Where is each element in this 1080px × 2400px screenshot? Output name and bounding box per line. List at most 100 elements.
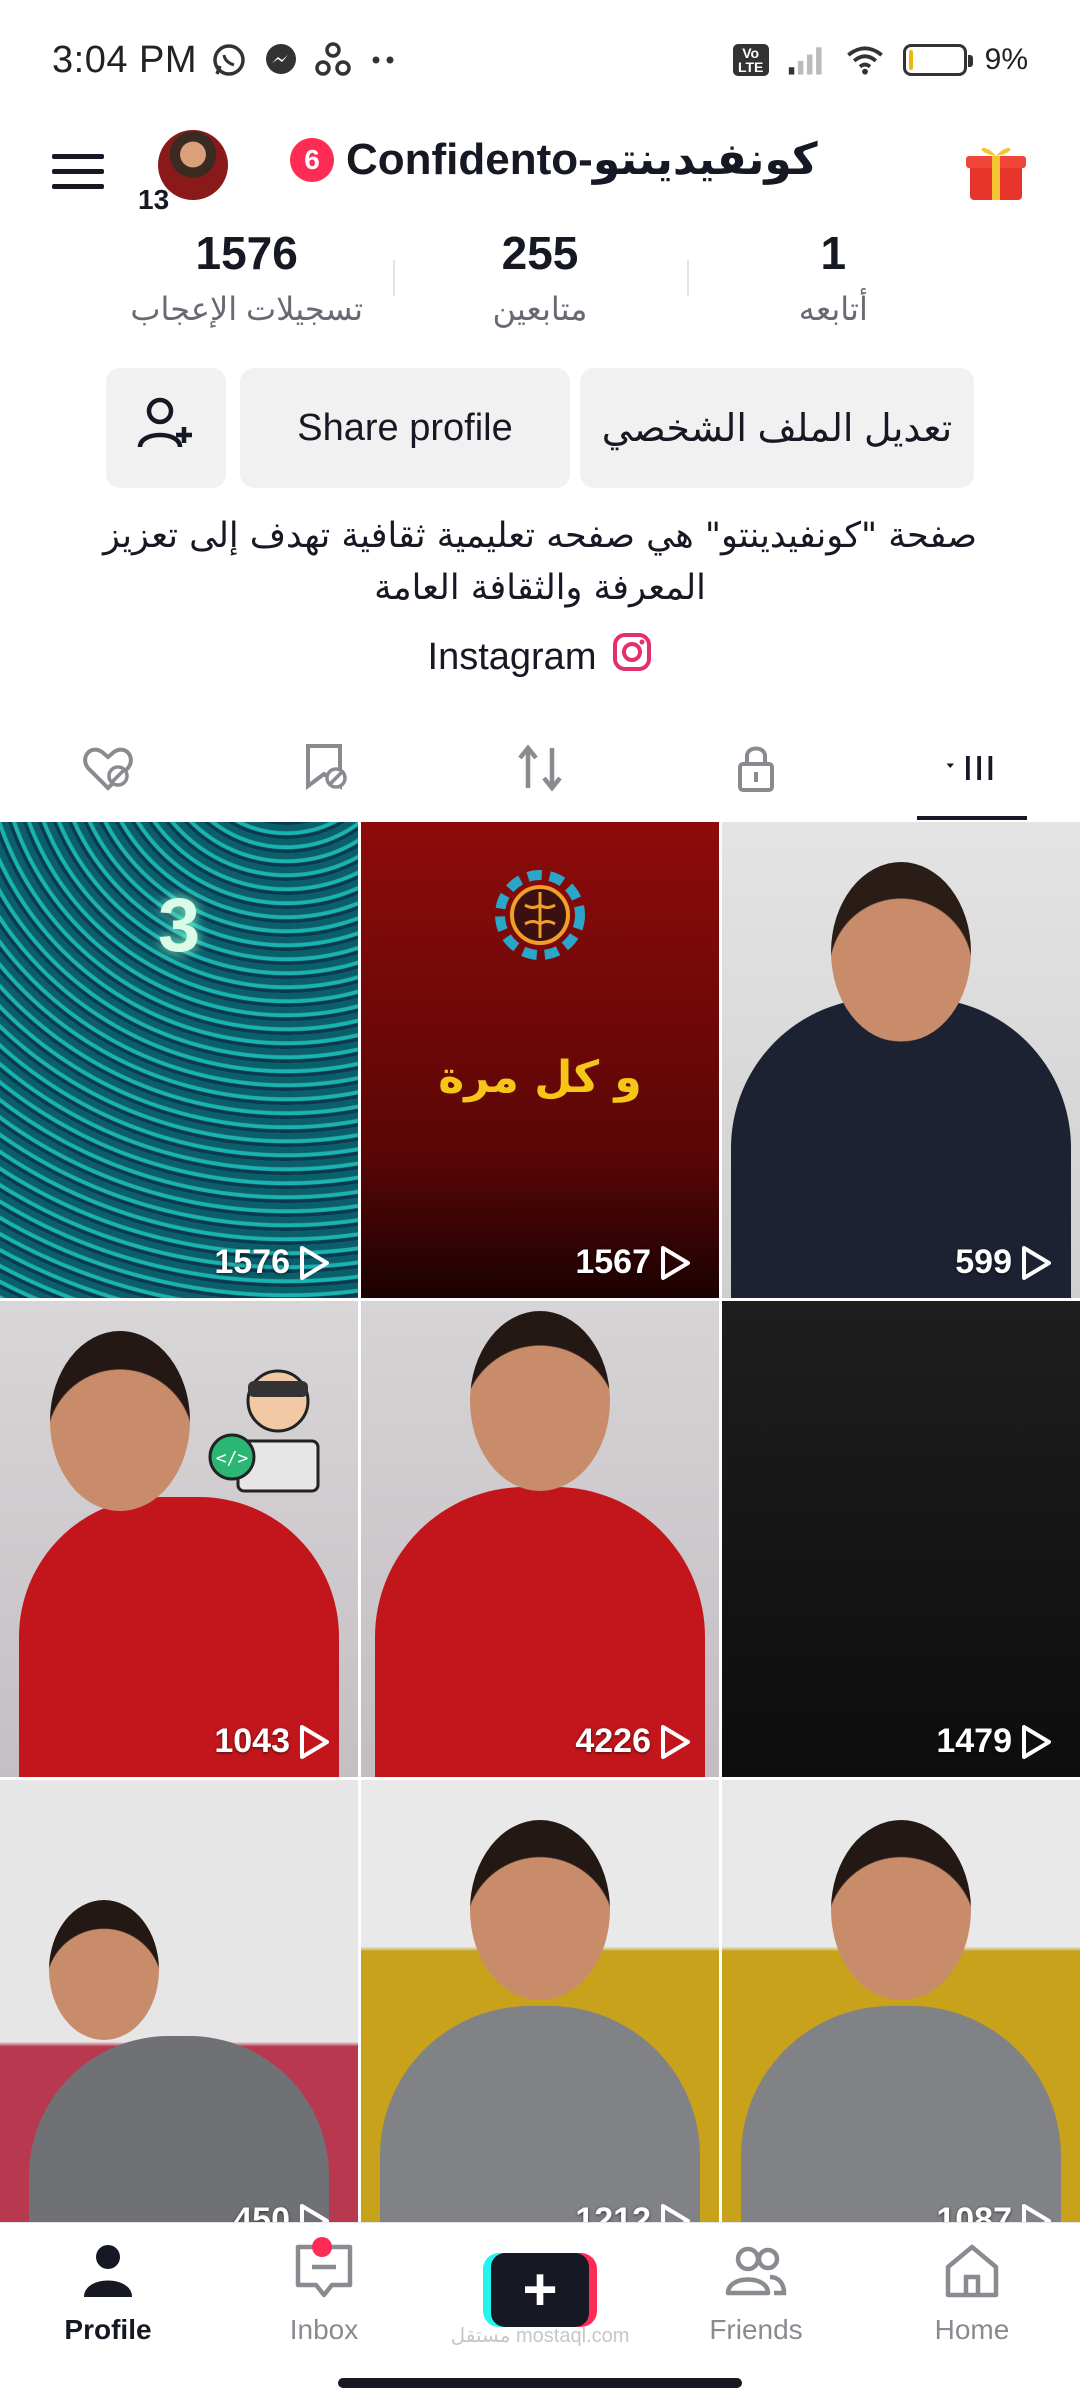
- avatar-count: 13: [138, 184, 170, 215]
- gift-icon[interactable]: [962, 136, 1030, 204]
- video-grid: 3 1576 و كل مرة 1567 599 </> 1043 4226 1…: [0, 822, 1080, 2222]
- instagram-icon: [612, 632, 652, 682]
- view-count: 1576: [214, 1243, 330, 1282]
- menu-icon[interactable]: [50, 144, 106, 200]
- view-count: 1087: [936, 2201, 1052, 2222]
- status-left: 3:04 PM: [52, 39, 405, 82]
- status-time: 3:04 PM: [52, 38, 198, 81]
- edit-profile-button[interactable]: تعديل الملف الشخصي: [580, 368, 974, 488]
- tab-liked[interactable]: [0, 720, 216, 820]
- tab-private[interactable]: [648, 720, 864, 820]
- nav-label: Home: [934, 2314, 1010, 2345]
- view-count: 4226: [575, 1722, 691, 1761]
- create-button[interactable]: +: [483, 2253, 597, 2327]
- view-count-value: 1043: [214, 1722, 290, 1760]
- tab-favorites[interactable]: [216, 720, 432, 820]
- play-icon: [1022, 2203, 1051, 2222]
- svg-text:</>: </>: [216, 1448, 249, 1469]
- video-thumbnail[interactable]: 1479: [722, 1301, 1080, 1777]
- more-dots-icon: [365, 40, 405, 80]
- title-wrap[interactable]: 6 Confidento-كونفيدينتو: [290, 134, 818, 185]
- content-tabs: [0, 720, 1080, 820]
- nav-label: Profile: [64, 2314, 152, 2345]
- stat-following[interactable]: 1 أتابعه: [686, 220, 980, 340]
- nav-create[interactable]: + مستقل mostaql.com: [432, 2223, 648, 2400]
- volte-badge: Vo LTE: [732, 44, 769, 76]
- battery-text: 9%: [984, 43, 1028, 76]
- stat-value: 1: [820, 227, 847, 279]
- home-indicator[interactable]: [338, 2378, 742, 2388]
- battery-fill: [908, 50, 914, 70]
- stat-label: أتابعه: [798, 291, 868, 327]
- video-thumbnail[interactable]: 3 1576: [0, 822, 358, 1298]
- view-count: 1479: [936, 1722, 1052, 1761]
- view-count-value: 1212: [575, 2201, 651, 2222]
- battery-icon: [902, 44, 973, 76]
- stat-likes[interactable]: 1576 تسجيلات الإعجاب: [100, 220, 393, 340]
- stat-followers[interactable]: 255 متابعين: [393, 220, 686, 340]
- view-count-value: 1567: [575, 1243, 651, 1281]
- play-icon: [300, 1724, 329, 1759]
- stat-value: 255: [501, 227, 579, 279]
- nav-label: Friends: [709, 2314, 803, 2345]
- video-thumbnail[interactable]: 450: [0, 1780, 358, 2222]
- view-count-value: 450: [233, 2201, 290, 2222]
- watermark: مستقل mostaql.com: [450, 2325, 630, 2347]
- stat-value: 1576: [195, 227, 298, 279]
- person-head: [831, 862, 971, 1042]
- stat-label: تسجيلات الإعجاب: [130, 291, 363, 327]
- video-thumbnail[interactable]: 4226: [361, 1301, 719, 1777]
- liked-hidden-icon: [78, 738, 138, 803]
- tab-videos[interactable]: [864, 720, 1080, 820]
- brain-gear-icon: [485, 860, 595, 970]
- messenger-icon: [261, 40, 301, 80]
- share-profile-button[interactable]: Share profile: [240, 368, 570, 488]
- tab-reposts[interactable]: [432, 720, 648, 820]
- view-count-value: 1087: [936, 2201, 1012, 2222]
- video-thumbnail[interactable]: </> 1043: [0, 1301, 358, 1777]
- notification-badge: 6: [290, 137, 334, 182]
- view-count: 450: [233, 2201, 330, 2222]
- view-count-value: 1479: [936, 1722, 1012, 1760]
- nav-profile[interactable]: Profile: [0, 2223, 216, 2400]
- video-thumbnail[interactable]: 1212: [361, 1780, 719, 2222]
- avatar[interactable]: 13: [138, 130, 228, 220]
- play-icon: [300, 1245, 329, 1280]
- video-thumbnail[interactable]: 599: [722, 822, 1080, 1298]
- stat-label: متابعين: [492, 291, 588, 327]
- nav-home[interactable]: Home: [864, 2223, 1080, 2400]
- view-count: 1567: [575, 1243, 691, 1282]
- unread-dot: [312, 2237, 332, 2257]
- play-icon: [661, 2203, 690, 2222]
- status-right: Vo LTE 9%: [732, 40, 1028, 80]
- instagram-label: Instagram: [427, 635, 597, 678]
- person-figure: [741, 2006, 1061, 2222]
- person-head: [50, 1331, 190, 1511]
- thumbnail-caption: و كل مرة: [438, 1052, 642, 1103]
- nav-friends[interactable]: Friends: [648, 2223, 864, 2400]
- profile-title: Confidento-كونفيدينتو: [346, 135, 818, 184]
- repost-icon: [510, 738, 570, 803]
- profile-actions: Share profile تعديل الملف الشخصي: [106, 368, 974, 488]
- person-figure: [380, 2006, 700, 2222]
- play-icon: [661, 1724, 690, 1759]
- view-count-value: 599: [955, 1243, 1012, 1281]
- profile-header: 13 6 Confidento-كونفيدينتو: [0, 120, 1080, 230]
- lock-icon: [726, 738, 786, 803]
- person-head: [470, 1820, 610, 2000]
- profile-icon: [76, 2239, 140, 2308]
- developer-sticker-icon: </>: [208, 1361, 328, 1501]
- profile-stats: 1576 تسجيلات الإعجاب 255 متابعين 1 أتابع…: [100, 220, 980, 340]
- video-thumbnail[interactable]: 1087: [722, 1780, 1080, 2222]
- nav-inbox[interactable]: Inbox: [216, 2223, 432, 2400]
- whatsapp-icon: [209, 40, 249, 80]
- app-icon: [313, 40, 353, 80]
- add-friend-button[interactable]: [106, 368, 226, 488]
- bottom-nav: Profile Inbox + مستقل mostaql.com Friend…: [0, 2222, 1080, 2400]
- view-count-value: 4226: [575, 1722, 651, 1760]
- person-head: [470, 1311, 610, 1491]
- video-grid-icon: [942, 738, 1002, 803]
- instagram-link[interactable]: Instagram: [0, 632, 1080, 682]
- plus-icon: +: [491, 2253, 589, 2327]
- video-thumbnail[interactable]: و كل مرة 1567: [361, 822, 719, 1298]
